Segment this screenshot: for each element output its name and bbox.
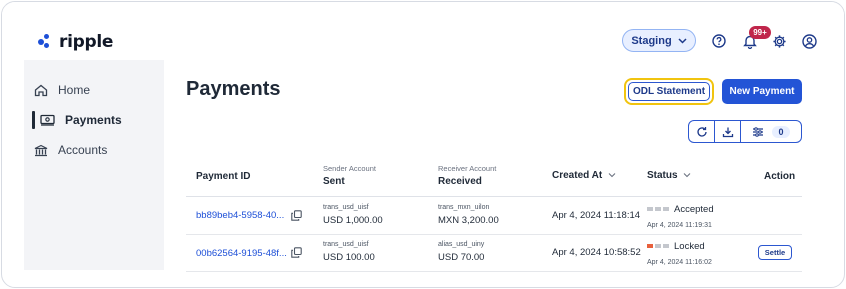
column-header-created-at[interactable]: Created At [552,170,616,181]
sidebar-item-label: Home [58,83,91,97]
filter-sliders-icon [753,126,764,137]
bank-icon [34,144,48,156]
sidebar-item-payments[interactable]: Payments [40,111,122,129]
received-amount: MXN 3,200.00 [438,215,499,226]
status-progress-indicator [647,207,669,212]
logo-text: ripple [59,32,114,52]
user-account-icon[interactable] [801,33,817,49]
app-window: ripple Staging 99+ Home Payments Account… [1,1,845,288]
notification-badge: 99+ [749,26,771,39]
column-header-receiver-account: Receiver Account [438,164,497,173]
sort-chevron-icon [608,173,616,178]
help-circle-icon[interactable] [711,33,727,49]
environment-select[interactable]: Staging [622,29,696,52]
sent-amount: USD 100.00 [323,252,375,263]
receiver-account: trans_mxn_uilon [438,204,490,211]
sender-account: trans_usd_uisf [323,241,369,248]
received-amount: USD 70.00 [438,252,485,263]
ripple-logo-mark-icon [38,33,56,51]
status-label: Status [647,170,678,181]
status-text: Accepted [674,204,714,215]
sidebar-item-home[interactable]: Home [34,81,90,99]
created-at: Apr 4, 2024 10:58:52 [552,247,641,258]
column-header-status[interactable]: Status [647,170,691,181]
column-header-sent: Sent [323,176,345,187]
column-header-action: Action [764,171,796,182]
status-time: Apr 4, 2024 11:19:31 [647,222,712,229]
receiver-account: alias_usd_uiny [438,241,485,248]
column-header-sender-account: Sender Account [323,164,376,173]
environment-label: Staging [631,34,672,47]
status-cell: Accepted [647,204,714,215]
created-at: Apr 4, 2024 11:18:14 [552,210,641,221]
column-header-payment-id: Payment ID [196,171,251,182]
odl-statement-button[interactable]: ODL Statement [624,78,714,105]
settings-gear-icon[interactable] [771,33,787,49]
sidebar-item-label: Payments [65,113,122,127]
status-cell: Locked [647,241,705,252]
filter-count-badge: 0 [772,125,790,138]
settle-button[interactable]: Settle [758,245,792,260]
copy-icon[interactable] [291,247,302,258]
table-row[interactable]: bb89beb4-5958-40... trans_usd_uisf USD 1… [186,198,802,235]
created-at-label: Created At [552,170,603,181]
sidebar-item-label: Accounts [58,143,108,157]
sort-chevron-icon [683,173,691,178]
download-icon [722,127,733,137]
status-text: Locked [674,241,705,252]
active-nav-indicator [32,111,35,129]
download-button[interactable] [715,121,741,142]
home-icon [34,84,48,96]
table-row[interactable]: 00b62564-9195-48f... trans_usd_uisf USD … [186,235,802,272]
payment-id-link[interactable]: 00b62564-9195-48f... [196,248,287,259]
refresh-icon [696,126,707,137]
odl-statement-label: ODL Statement [628,82,710,101]
table-header: Payment ID Sender Account Sent Receiver … [186,155,802,197]
payments-icon [40,114,55,126]
table-toolbar: 0 [688,120,802,143]
filter-button[interactable]: 0 [741,121,801,142]
chevron-down-icon [678,37,687,44]
refresh-button[interactable] [689,121,715,142]
sent-amount: USD 1,000.00 [323,215,383,226]
copy-icon[interactable] [291,210,302,221]
column-header-received: Received [438,176,482,187]
ripple-logo[interactable]: ripple [38,32,113,52]
sender-account: trans_usd_uisf [323,204,369,211]
top-header [2,2,844,60]
status-progress-indicator [647,244,669,249]
payment-id-link[interactable]: bb89beb4-5958-40... [196,210,284,221]
sidebar-item-accounts[interactable]: Accounts [34,141,107,159]
status-time: Apr 4, 2024 11:16:02 [647,259,712,266]
new-payment-button[interactable]: New Payment [722,79,802,104]
page-title: Payments [186,78,281,100]
